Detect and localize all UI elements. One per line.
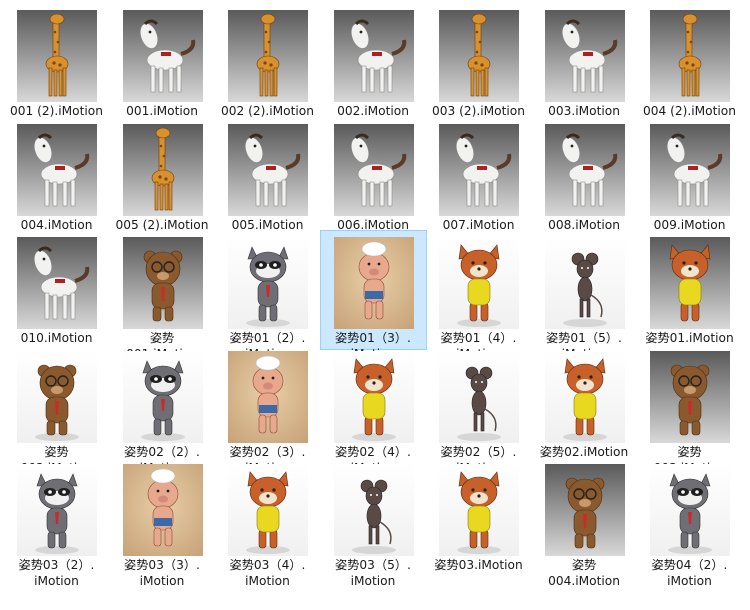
file-item[interactable]: 004.iMotion xyxy=(4,118,109,236)
bear-thumbnail xyxy=(122,237,203,329)
file-item[interactable]: 001.iMotion xyxy=(110,4,215,122)
file-item[interactable]: 姿势02（3）. iMotion xyxy=(215,345,320,475)
horse-thumbnail xyxy=(544,10,625,102)
file-item[interactable]: 姿势01（4）. iMotion xyxy=(426,231,531,361)
mouse-thumbnail xyxy=(333,464,414,556)
file-item[interactable]: 007.iMotion xyxy=(426,118,531,236)
file-name-label: 姿势03（3）. iMotion xyxy=(124,558,200,588)
file-item[interactable]: 006.iMotion xyxy=(321,118,426,236)
fox-thumbnail xyxy=(650,237,730,329)
file-item[interactable]: 姿势01（2）. iMotion xyxy=(215,231,320,361)
file-item[interactable]: 姿势03（5）. iMotion xyxy=(321,458,426,588)
file-item[interactable]: 姿势 001.iMotion xyxy=(110,231,215,361)
file-item[interactable]: 姿势01（3）. iMotion xyxy=(319,230,427,361)
file-item[interactable]: 005 (2).iMotion xyxy=(110,118,215,236)
bear-thumbnail xyxy=(544,464,625,556)
horse-thumbnail xyxy=(544,123,625,216)
file-item[interactable]: 009.iMotion xyxy=(637,118,742,236)
file-item[interactable]: 003 (2).iMotion xyxy=(426,4,531,122)
file-item[interactable]: 姿势03（2）. iMotion xyxy=(4,458,109,588)
bear-thumbnail xyxy=(650,350,730,443)
file-item[interactable]: 姿势03（3）. iMotion xyxy=(110,458,215,588)
file-item[interactable]: 003.iMotion xyxy=(532,4,637,122)
giraffe-thumbnail xyxy=(228,10,308,102)
horse-thumbnail xyxy=(439,123,519,216)
giraffe-thumbnail xyxy=(439,10,519,102)
file-item[interactable]: 005.iMotion xyxy=(215,118,320,236)
file-name-label: 姿势03（4）. iMotion xyxy=(229,558,306,588)
giraffe-thumbnail xyxy=(650,10,730,102)
file-name-label: 姿势04（2）. iMotion xyxy=(651,558,728,588)
file-item[interactable]: 008.iMotion xyxy=(532,118,637,236)
file-item[interactable]: 002.iMotion xyxy=(321,4,426,122)
raccoon-thumbnail xyxy=(650,464,730,556)
bear-thumbnail xyxy=(17,350,97,443)
pig-thumbnail xyxy=(122,464,203,556)
file-item[interactable]: 001 (2).iMotion xyxy=(4,4,109,122)
giraffe-thumbnail xyxy=(17,10,97,102)
file-item[interactable]: 010.iMotion xyxy=(4,231,109,349)
file-item[interactable]: 姿势01.iMotion xyxy=(637,231,742,349)
file-item[interactable]: 004 (2).iMotion xyxy=(637,4,742,122)
fox-thumbnail xyxy=(333,350,414,443)
horse-thumbnail xyxy=(333,123,414,216)
horse-thumbnail xyxy=(228,123,308,216)
file-name-label: 姿势03（5）. iMotion xyxy=(335,558,411,588)
horse-thumbnail xyxy=(122,10,203,102)
file-item[interactable]: 002 (2).iMotion xyxy=(215,4,320,122)
file-item[interactable]: 姿势01（5）. iMotion xyxy=(532,231,637,361)
horse-thumbnail xyxy=(17,237,97,329)
file-item[interactable]: 姿势04（2）. iMotion xyxy=(637,458,742,588)
fox-thumbnail xyxy=(228,464,308,556)
raccoon-thumbnail xyxy=(17,464,97,556)
mouse-thumbnail xyxy=(439,350,519,443)
file-item[interactable]: 姿势03（4）. iMotion xyxy=(215,458,320,588)
file-name-label: 姿势03（2）. iMotion xyxy=(18,558,95,588)
horse-thumbnail xyxy=(17,123,97,216)
file-name-label: 姿势 004.iMotion xyxy=(548,558,620,588)
file-item[interactable]: 姿势 004.iMotion xyxy=(532,458,637,588)
file-item[interactable]: 姿势03.iMotion xyxy=(426,458,531,576)
horse-thumbnail xyxy=(650,123,730,216)
file-name-label: 姿势03.iMotion xyxy=(434,558,523,572)
raccoon-thumbnail xyxy=(228,237,308,329)
file-item[interactable]: 姿势02（2）. iMotion xyxy=(110,345,215,475)
horse-thumbnail xyxy=(333,10,414,102)
file-thumbnail-grid: 001 (2).iMotion 001.iMotion 002 (2).iMot… xyxy=(0,0,750,610)
file-item[interactable]: 姿势02.iMotion xyxy=(532,345,637,463)
fox-thumbnail xyxy=(439,464,519,556)
file-item[interactable]: 姿势 002.iMotion xyxy=(4,345,109,475)
file-item[interactable]: 姿势02（4）. iMotion xyxy=(321,345,426,475)
pig-thumbnail xyxy=(333,237,414,329)
giraffe-thumbnail xyxy=(122,123,203,216)
fox-thumbnail xyxy=(439,237,519,329)
pig-thumbnail xyxy=(228,350,308,443)
file-item[interactable]: 姿势02（5）. iMotion xyxy=(426,345,531,475)
mouse-thumbnail xyxy=(544,237,625,329)
file-item[interactable]: 姿势 003.iMotion xyxy=(637,345,742,475)
fox-thumbnail xyxy=(544,350,625,443)
raccoon-thumbnail xyxy=(122,350,203,443)
